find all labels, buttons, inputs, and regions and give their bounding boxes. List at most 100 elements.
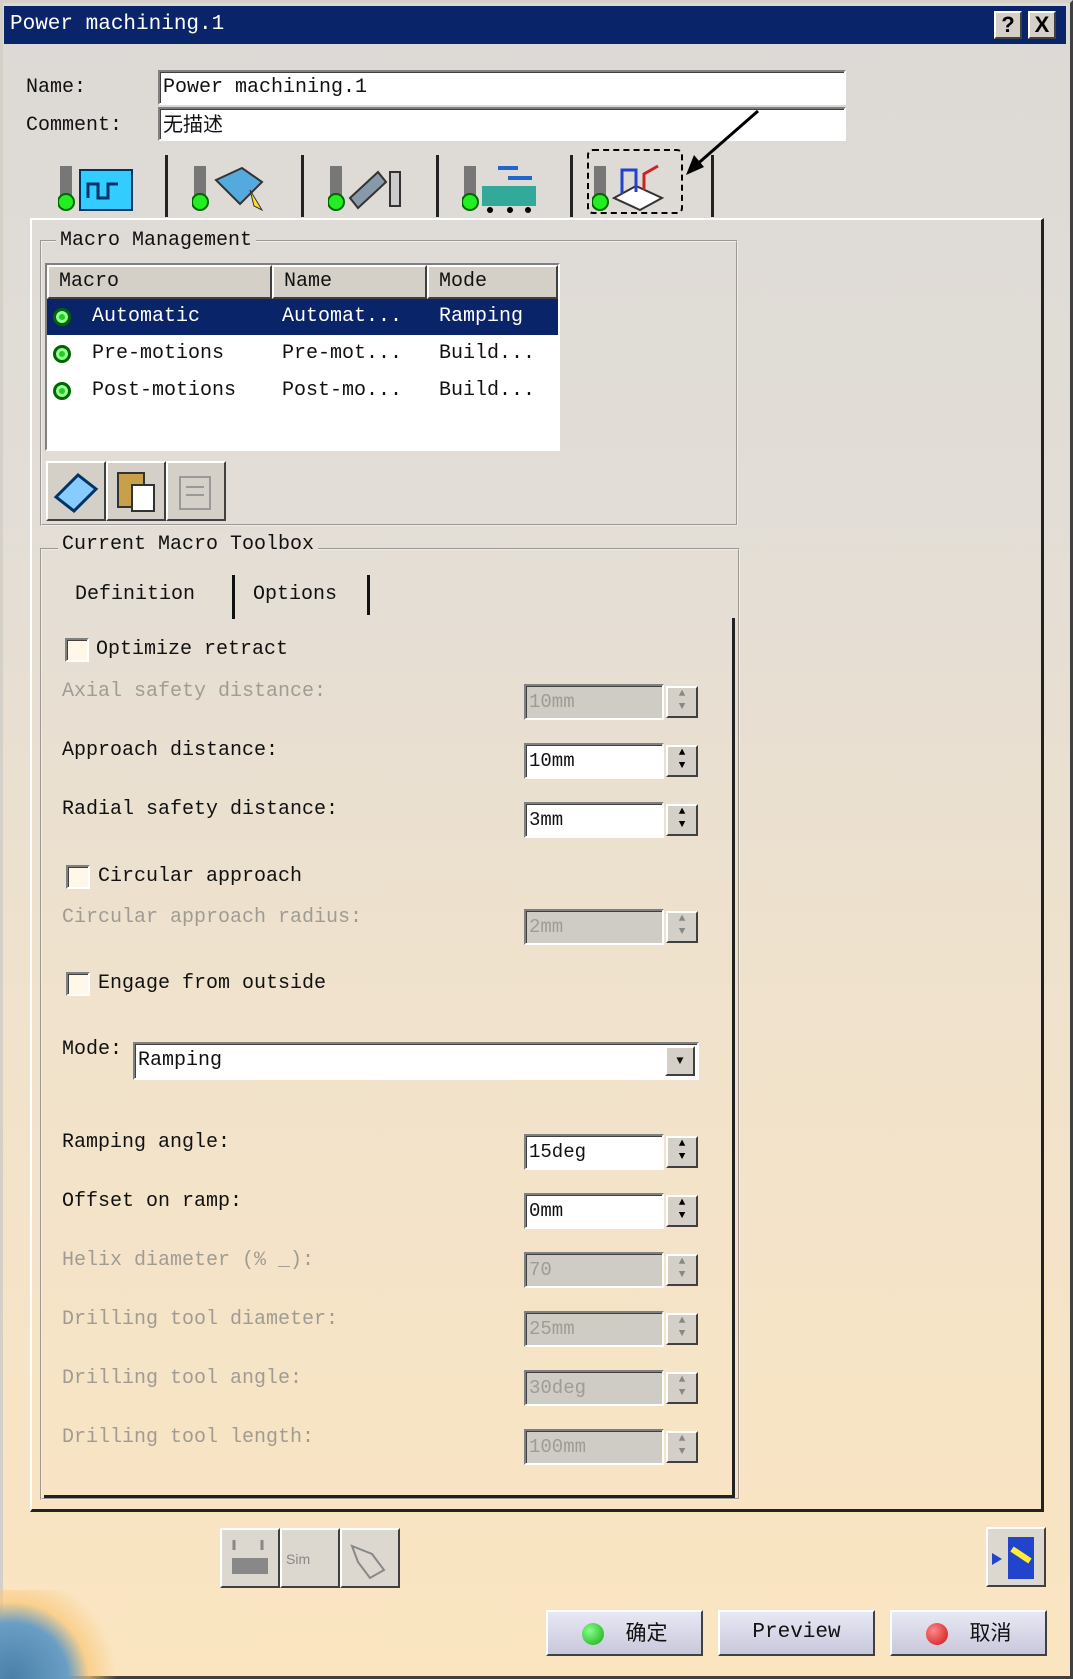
engage-from-outside-checkbox[interactable] <box>66 972 90 996</box>
drilling-tool-length-spinner: 100mm ▲ ▼ <box>524 1429 700 1465</box>
tool-tab-icon[interactable] <box>327 160 408 215</box>
column-header-name[interactable]: Name <box>272 265 427 299</box>
mode-selected-value: Ramping <box>138 1049 223 1072</box>
tab-divider <box>570 155 573 217</box>
status-icon <box>53 308 71 326</box>
tab-divider <box>232 575 235 619</box>
help-button[interactable]: ? <box>994 11 1022 39</box>
drilling-tool-diameter-input: 25mm <box>524 1311 664 1347</box>
tab-divider <box>367 575 370 615</box>
helix-diameter-label: Helix diameter (% _): <box>62 1249 315 1272</box>
tab-options[interactable]: Options <box>253 583 337 606</box>
drilling-tool-angle-label: Drilling tool angle: <box>62 1367 303 1390</box>
replay-button[interactable] <box>986 1527 1046 1587</box>
macro-cell: Pre-motions <box>92 342 225 365</box>
tool-view-button[interactable] <box>220 1528 280 1588</box>
comment-label: Comment: <box>26 114 123 137</box>
feeds-speeds-tab-icon[interactable] <box>461 160 542 215</box>
approach-distance-label: Approach distance: <box>62 739 279 762</box>
optimize-retract-label: Optimize retract <box>96 638 289 661</box>
macro-management-title: Macro Management <box>56 229 257 252</box>
circular-approach-radius-label: Circular approach radius: <box>62 906 363 929</box>
offset-on-ramp-input[interactable]: 0mm <box>524 1193 664 1229</box>
spin-arrows-icon[interactable]: ▲ ▼ <box>666 1136 698 1168</box>
drilling-tool-diameter-spinner: 25mm ▲ ▼ <box>524 1311 700 1347</box>
red-ball-icon <box>925 1623 948 1646</box>
title-bar: Power machining.1 <box>4 6 1066 44</box>
strategy-tab-icon[interactable] <box>191 160 272 215</box>
helix-diameter-spinner: 70 ▲ ▼ <box>524 1252 700 1288</box>
load-macro-button[interactable] <box>46 461 106 521</box>
macro-table: Macro Name Mode Automatic Automat... Rampi… <box>45 263 560 451</box>
cancel-button[interactable]: 取消 <box>890 1610 1047 1656</box>
optimize-retract-checkbox[interactable] <box>65 638 89 662</box>
cancel-label: 取消 <box>969 1621 1012 1645</box>
tab-divider <box>436 155 439 217</box>
pointer-arrow-icon <box>686 109 759 175</box>
helix-diameter-input: 70 <box>524 1252 664 1288</box>
table-row[interactable]: Pre-motions Pre-mot... Build... <box>47 336 558 372</box>
analyze-icon <box>350 1544 386 1580</box>
column-header-mode[interactable]: Mode <box>427 265 558 299</box>
book-icon <box>53 473 99 513</box>
drilling-tool-diameter-label: Drilling tool diameter: <box>62 1308 339 1331</box>
axial-safety-distance-input: 10mm <box>524 684 664 720</box>
mode-cell: Build... <box>439 379 536 402</box>
name-cell: Automat... <box>282 305 403 328</box>
engage-from-outside-label: Engage from outside <box>98 972 327 995</box>
geometry-tab-icon[interactable] <box>57 160 138 215</box>
name-input[interactable]: Power machining.1 <box>158 70 846 105</box>
macro-cell: Automatic <box>92 305 201 328</box>
radial-safety-distance-spinner[interactable]: 3mm ▲ ▼ <box>524 802 700 838</box>
mode-cell: Ramping <box>439 305 524 328</box>
approach-distance-spinner[interactable]: 10mm ▲ ▼ <box>524 743 700 779</box>
approach-distance-input[interactable]: 10mm <box>524 743 664 779</box>
spin-arrows-icon[interactable]: ▲ ▼ <box>666 1195 698 1227</box>
tab-divider <box>165 155 168 217</box>
svg-text:Sim: Sim <box>286 1551 310 1567</box>
radial-safety-distance-input[interactable]: 3mm <box>524 802 664 838</box>
drilling-tool-angle-input: 30deg <box>524 1370 664 1406</box>
table-row[interactable]: Automatic Automat... Ramping <box>47 299 558 335</box>
simulate-button[interactable]: Sim <box>280 1528 340 1588</box>
simulate-icon: Sim <box>286 1551 310 1567</box>
analyze-button[interactable] <box>340 1528 400 1588</box>
selected-tab-highlight <box>587 149 683 214</box>
spin-arrows-icon[interactable]: ▲ ▼ <box>666 804 698 836</box>
offset-on-ramp-spinner[interactable]: 0mm ▲ ▼ <box>524 1193 700 1229</box>
spin-arrows-icon: ▲ ▼ <box>666 686 698 718</box>
spin-arrows-icon: ▲ ▼ <box>666 1431 698 1463</box>
column-header-macro[interactable]: Macro <box>47 265 272 299</box>
name-label: Name: <box>26 76 87 99</box>
name-cell: Pre-mot... <box>282 342 403 365</box>
spin-arrows-icon: ▲ ▼ <box>666 1372 698 1404</box>
circular-approach-radius-spinner: 2mm ▲ ▼ <box>524 909 700 945</box>
tab-definition[interactable]: Definition <box>75 583 195 606</box>
status-icon <box>53 382 71 400</box>
edit-macro-button[interactable] <box>166 461 226 521</box>
paste-macro-button[interactable] <box>106 461 166 521</box>
circular-approach-checkbox[interactable] <box>66 865 90 889</box>
tool-view-icon <box>232 1540 268 1574</box>
macro-cell: Post-motions <box>92 379 237 402</box>
current-macro-toolbox-title: Current Macro Toolbox <box>58 533 319 556</box>
mode-dropdown[interactable]: Ramping ▼ <box>133 1042 699 1080</box>
preview-button[interactable]: Preview <box>718 1610 875 1656</box>
ok-button[interactable]: 确定 <box>546 1610 703 1656</box>
circular-approach-radius-input: 2mm <box>524 909 664 945</box>
ramping-angle-label: Ramping angle: <box>62 1131 231 1154</box>
drilling-tool-length-input: 100mm <box>524 1429 664 1465</box>
clipboard-icon <box>117 472 155 512</box>
tab-divider <box>301 155 304 217</box>
axial-safety-distance-spinner: 10mm ▲ ▼ <box>524 684 700 720</box>
ramping-angle-input[interactable]: 15deg <box>524 1134 664 1170</box>
axial-safety-distance-label: Axial safety distance: <box>62 680 327 703</box>
ramping-angle-spinner[interactable]: 15deg ▲ ▼ <box>524 1134 700 1170</box>
logo-decoration <box>0 1590 120 1679</box>
table-row[interactable]: Post-motions Post-mo... Build... <box>47 373 558 409</box>
chevron-down-icon[interactable]: ▼ <box>665 1046 695 1076</box>
mode-label: Mode: <box>62 1038 123 1061</box>
mode-cell: Build... <box>439 342 536 365</box>
spin-arrows-icon[interactable]: ▲ ▼ <box>666 745 698 777</box>
close-button[interactable]: X <box>1028 11 1056 39</box>
